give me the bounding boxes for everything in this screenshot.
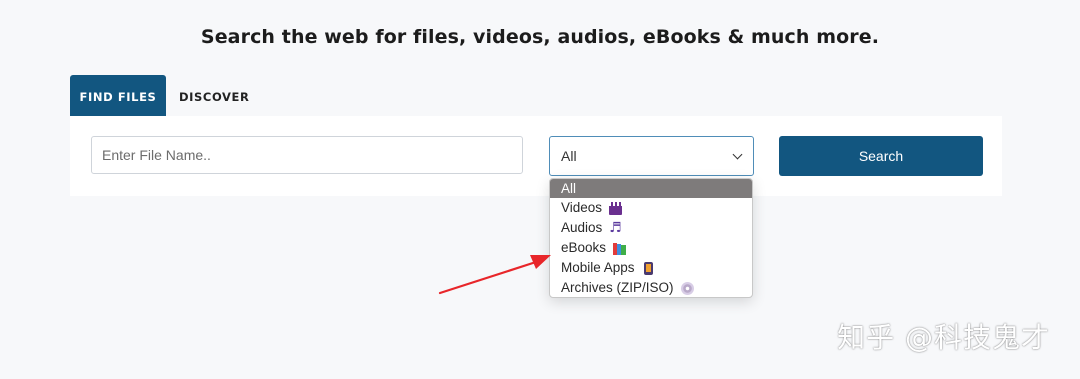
- option-label: All: [561, 181, 577, 196]
- option-label: eBooks: [561, 240, 607, 255]
- option-label: Mobile Apps: [561, 260, 635, 275]
- search-button[interactable]: Search: [779, 136, 983, 176]
- mobile-phone-icon: [643, 261, 653, 275]
- dropdown-option-audios[interactable]: Audios: [550, 218, 752, 238]
- tab-find-files[interactable]: FIND FILES: [70, 75, 166, 119]
- category-dropdown-list: All Videos Audios eBooks Mobile Apps Arc…: [549, 178, 753, 298]
- dropdown-option-ebooks[interactable]: eBooks: [550, 238, 752, 258]
- disc-icon: [680, 281, 694, 295]
- tab-discover[interactable]: DISCOVER: [179, 75, 249, 119]
- watermark-text: 知乎 @科技鬼才: [837, 321, 1050, 354]
- dropdown-option-videos[interactable]: Videos: [550, 198, 752, 218]
- option-label: Videos: [561, 200, 603, 215]
- music-notes-icon: [609, 218, 622, 238]
- category-select-value: All: [561, 148, 577, 164]
- option-label: Audios: [561, 220, 603, 235]
- books-icon: [613, 242, 627, 255]
- category-select[interactable]: All: [549, 136, 754, 176]
- dropdown-option-archives[interactable]: Archives (ZIP/ISO): [550, 278, 752, 297]
- dropdown-option-all[interactable]: All: [550, 179, 752, 198]
- file-name-input[interactable]: [91, 136, 523, 174]
- dropdown-option-mobile-apps[interactable]: Mobile Apps: [550, 258, 752, 278]
- chevron-down-icon: [732, 149, 743, 160]
- option-label: Archives (ZIP/ISO): [561, 280, 674, 295]
- clapper-board-icon: [609, 201, 623, 215]
- page-headline: Search the web for files, videos, audios…: [200, 26, 880, 48]
